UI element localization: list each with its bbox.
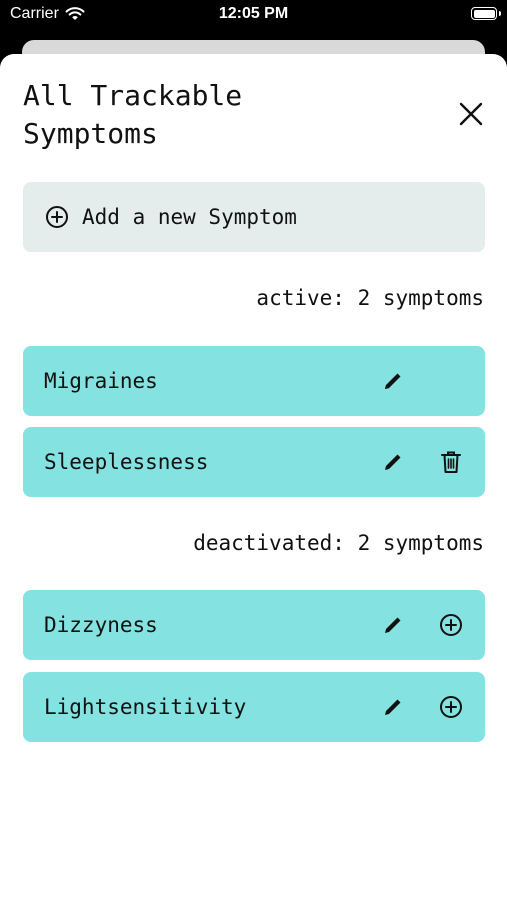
delete-button[interactable] [433, 444, 469, 480]
symptoms-sheet: All Trackable Symptoms Add a new Symptom… [0, 54, 507, 900]
edit-button[interactable] [375, 363, 411, 399]
close-icon [459, 102, 483, 126]
status-time: 12:05 PM [218, 5, 289, 22]
symptom-row-lightsensitivity[interactable]: Lightsensitivity [23, 672, 485, 742]
add-symptom-label: Add a new Symptom [82, 205, 297, 229]
active-section-label: active: 2 symptoms [256, 286, 484, 310]
symptom-row-migraines[interactable]: Migraines [23, 346, 485, 416]
pencil-icon [382, 451, 404, 473]
symptom-name: Lightsensitivity [44, 695, 247, 719]
plus-circle-icon [45, 205, 69, 229]
pencil-icon [382, 614, 404, 636]
edit-button[interactable] [375, 689, 411, 725]
close-button[interactable] [453, 96, 489, 132]
edit-button[interactable] [375, 607, 411, 643]
page-title: All Trackable Symptoms [23, 79, 243, 150]
battery-icon [471, 7, 501, 20]
symptom-name: Migraines [44, 369, 158, 393]
pencil-icon [382, 370, 404, 392]
pencil-icon [382, 696, 404, 718]
status-bar: Carrier 12:05 PM [0, 0, 507, 34]
add-symptom-button[interactable]: Add a new Symptom [23, 182, 485, 252]
edit-button[interactable] [375, 444, 411, 480]
trash-icon [440, 450, 462, 474]
activate-button[interactable] [433, 689, 469, 725]
symptom-row-sleeplessness[interactable]: Sleeplessness [23, 427, 485, 497]
plus-circle-icon [439, 695, 463, 719]
activate-button[interactable] [433, 607, 469, 643]
symptom-name: Sleeplessness [44, 450, 209, 474]
deactivated-section-label: deactivated: 2 symptoms [193, 531, 484, 555]
plus-circle-icon [439, 613, 463, 637]
symptom-name: Dizzyness [44, 613, 158, 637]
symptom-row-dizzyness[interactable]: Dizzyness [23, 590, 485, 660]
